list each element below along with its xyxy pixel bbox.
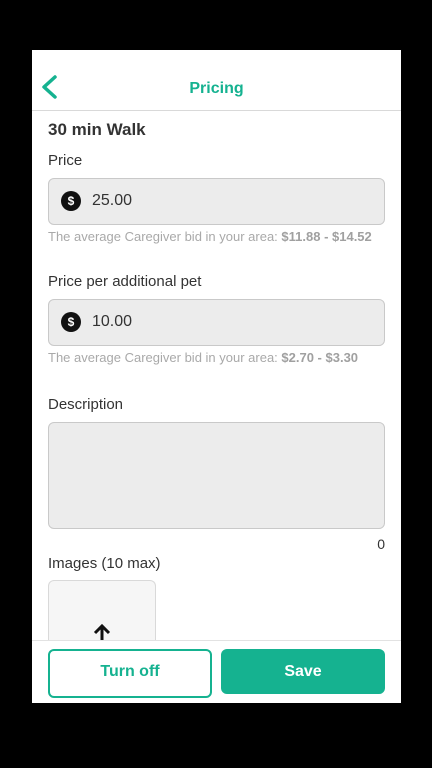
service-name: 30 min Walk <box>48 120 146 139</box>
page-title: Pricing <box>189 80 244 97</box>
dollar-icon: $ <box>61 312 81 332</box>
description-label: Description <box>48 396 124 413</box>
description-textarea[interactable] <box>48 422 385 529</box>
additional-pet-hint: The average Caregiver bid in your area: … <box>48 350 385 366</box>
save-button[interactable]: Save <box>221 649 385 694</box>
additional-pet-hint-range: $2.70 - $3.30 <box>281 350 359 365</box>
header: Pricing <box>32 50 401 111</box>
additional-pet-input[interactable]: $ 10.00 <box>48 299 385 346</box>
footer-actions: Turn off Save <box>32 640 401 703</box>
price-hint-text: The average Caregiver bid in your area: <box>48 229 282 244</box>
app-screen: Pricing 30 min Walk Price $ 25.00 The av… <box>32 50 401 703</box>
images-label: Images (10 max) <box>48 555 161 572</box>
price-hint: The average Caregiver bid in your area: … <box>48 229 385 245</box>
additional-pet-label: Price per additional pet <box>48 273 202 290</box>
price-hint-range: $11.88 - $14.52 <box>281 229 372 244</box>
dollar-icon: $ <box>61 191 81 211</box>
additional-pet-value: 10.00 <box>92 313 133 330</box>
price-label: Price <box>48 152 83 169</box>
description-counter: 0 <box>377 536 385 552</box>
price-input[interactable]: $ 25.00 <box>48 178 385 225</box>
turn-off-button[interactable]: Turn off <box>48 649 212 698</box>
price-value: 25.00 <box>92 192 133 209</box>
additional-pet-hint-text: The average Caregiver bid in your area: <box>48 350 282 365</box>
